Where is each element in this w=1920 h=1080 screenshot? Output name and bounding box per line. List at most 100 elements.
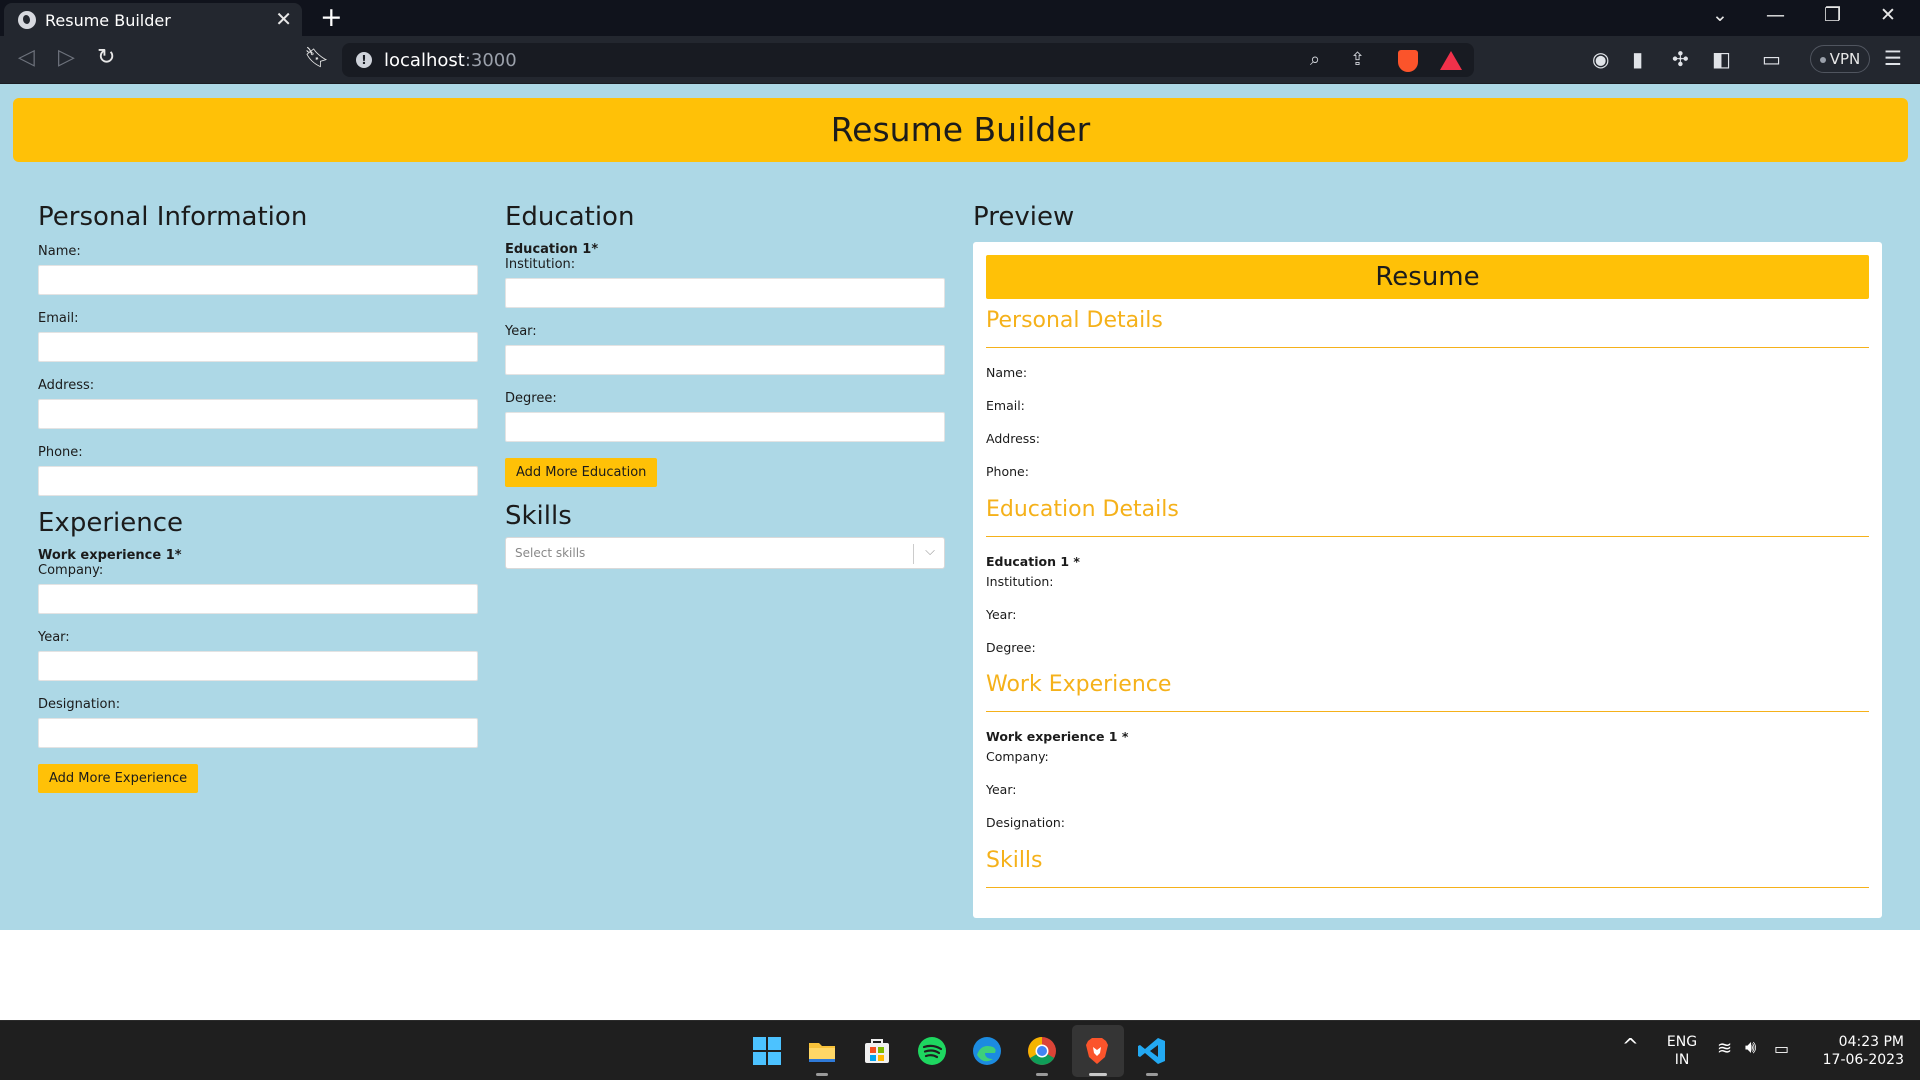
email-input[interactable] [38, 332, 478, 362]
work-year-input[interactable] [38, 651, 478, 681]
back-button[interactable]: ◁ [18, 45, 35, 70]
window-close-button[interactable]: ✕ [1880, 4, 1896, 26]
vpn-status-dot [1819, 56, 1826, 63]
file-explorer-icon[interactable] [806, 1035, 838, 1067]
browser-toolbar: ◁ ▷ ↻ 🔖︎ ! localhost:3000 ⌕ ⇪ ◉ ▮ ✣ ◧ ▭ … [0, 36, 1920, 84]
brave-rewards-icon[interactable] [1440, 51, 1462, 70]
browser-tab-bar: Resume Builder ✕ + ⌄ — ❐ ✕ [0, 0, 1920, 36]
share-icon[interactable]: ⇪ [1350, 49, 1365, 70]
education-heading: Education [505, 202, 635, 232]
degree-label: Degree: [505, 391, 557, 406]
preview-personal-section: Personal Details Name: Email: Address: P… [986, 308, 1869, 480]
company-label: Company: [38, 563, 104, 578]
education-column: Education Education 1* Institution: Year… [505, 202, 945, 569]
chrome-icon[interactable] [1026, 1035, 1058, 1067]
menu-icon[interactable]: ☰ [1884, 46, 1902, 70]
education-year-label: Year: [505, 324, 537, 339]
battery-icon[interactable]: ▭ [1774, 1040, 1789, 1058]
skills-preview-heading: Skills [986, 848, 1869, 888]
preview-degree: Degree: [986, 640, 1036, 655]
wallet-icon[interactable]: ▭ [1762, 47, 1781, 71]
address-bar[interactable]: ! localhost:3000 ⌕ ⇪ [342, 43, 1474, 77]
vscode-running-indicator [1146, 1073, 1158, 1076]
extensions-puzzle-icon[interactable]: ✣ [1672, 47, 1689, 71]
restore-button[interactable]: ❐ [1824, 4, 1841, 26]
personal-details-heading: Personal Details [986, 308, 1869, 348]
close-tab-icon[interactable]: ✕ [275, 7, 292, 31]
preview-phone: Phone: [986, 464, 1029, 479]
volume-icon[interactable]: 🔊︎ [1745, 1039, 1756, 1057]
select-separator [913, 544, 914, 564]
file-explorer-running-indicator [816, 1073, 828, 1076]
add-more-education-button[interactable]: Add More Education [505, 458, 658, 487]
reload-button[interactable]: ↻ [97, 45, 115, 70]
site-info-icon[interactable]: ! [356, 52, 372, 68]
tab-title: Resume Builder [45, 11, 171, 30]
preview-address: Address: [986, 431, 1040, 446]
institution-label: Institution: [505, 257, 576, 272]
new-tab-button[interactable]: + [320, 2, 343, 33]
app-header: Resume Builder [13, 98, 1908, 162]
browser-tab[interactable]: Resume Builder ✕ [4, 3, 302, 36]
preview-work-year: Year: [986, 782, 1017, 797]
minimize-button[interactable]: — [1766, 4, 1785, 26]
add-more-experience-button[interactable]: Add More Experience [38, 764, 199, 793]
company-input[interactable] [38, 584, 478, 614]
skills-select[interactable]: Select skills ⌵ [505, 537, 945, 569]
chevron-up-icon[interactable]: ^ [1622, 1036, 1639, 1056]
personal-info-column: Personal Information Name: Email: Addres… [38, 202, 478, 793]
designation-input[interactable] [38, 718, 478, 748]
skills-heading: Skills [505, 501, 572, 531]
vpn-button[interactable]: VPN [1810, 45, 1870, 73]
resume-title: Resume [986, 255, 1869, 299]
preview-name: Name: [986, 365, 1028, 380]
preview-institution: Institution: [986, 574, 1054, 589]
phone-label: Phone: [38, 445, 83, 460]
preview-email: Email: [986, 398, 1025, 413]
brave-icon[interactable] [1081, 1035, 1113, 1067]
address-label: Address: [38, 378, 95, 393]
preview-skills-section: Skills [986, 848, 1869, 888]
bookmark-icon[interactable]: 🔖︎ [304, 45, 329, 69]
preview-heading: Preview [973, 202, 1075, 232]
language-indicator[interactable]: ENG IN [1664, 1033, 1700, 1069]
url-text[interactable]: localhost:3000 [384, 50, 517, 71]
education-year-input[interactable] [505, 345, 945, 375]
brave-active-indicator [1089, 1073, 1107, 1076]
preview-education-year: Year: [986, 607, 1017, 622]
page: Resume Builder Personal Information Name… [0, 84, 1920, 930]
clock[interactable]: 04:23 PM 17-06-2023 [1810, 1033, 1904, 1069]
windows-start-icon[interactable] [751, 1035, 783, 1067]
zoom-icon[interactable]: ⌕ [1310, 49, 1320, 70]
preview-card: Resume Personal Details Name: Email: Add… [973, 242, 1882, 918]
preview-work-entry: Work experience 1 * [986, 729, 1129, 744]
spotify-icon[interactable] [916, 1035, 948, 1067]
extension-clipboard-icon[interactable]: ▮ [1632, 47, 1643, 71]
personal-info-heading: Personal Information [38, 202, 308, 232]
preview-work-section: Work Experience Work experience 1 * Comp… [986, 672, 1869, 831]
extension-grammar-icon[interactable]: ◉ [1592, 47, 1609, 71]
preview-designation: Designation: [986, 815, 1065, 830]
brave-shields-icon[interactable] [1398, 50, 1418, 72]
name-input[interactable] [38, 265, 478, 295]
degree-input[interactable] [505, 412, 945, 442]
work-experience-heading: Work Experience [986, 672, 1869, 712]
forward-button[interactable]: ▷ [58, 45, 75, 70]
education-details-heading: Education Details [986, 497, 1869, 537]
phone-input[interactable] [38, 466, 478, 496]
experience-heading: Experience [38, 508, 183, 538]
edge-icon[interactable] [971, 1035, 1003, 1067]
wifi-icon[interactable]: ≋ [1717, 1040, 1732, 1058]
institution-input[interactable] [505, 278, 945, 308]
work-experience-entry-title: Work experience 1* [38, 548, 182, 563]
preview-education-entry: Education 1 * [986, 554, 1080, 569]
vscode-icon[interactable] [1136, 1035, 1168, 1067]
work-year-label: Year: [38, 630, 70, 645]
chevron-down-icon[interactable]: ⌵ [925, 544, 935, 559]
taskbar: ^ ENG IN ≋ 🔊︎ ▭ 04:23 PM 17-06-2023 [0, 1020, 1920, 1080]
microsoft-store-icon[interactable] [861, 1035, 893, 1067]
address-input[interactable] [38, 399, 478, 429]
sidebar-icon[interactable]: ◧ [1712, 47, 1731, 71]
tab-search-chevron-icon[interactable]: ⌄ [1712, 4, 1728, 26]
name-label: Name: [38, 244, 81, 259]
